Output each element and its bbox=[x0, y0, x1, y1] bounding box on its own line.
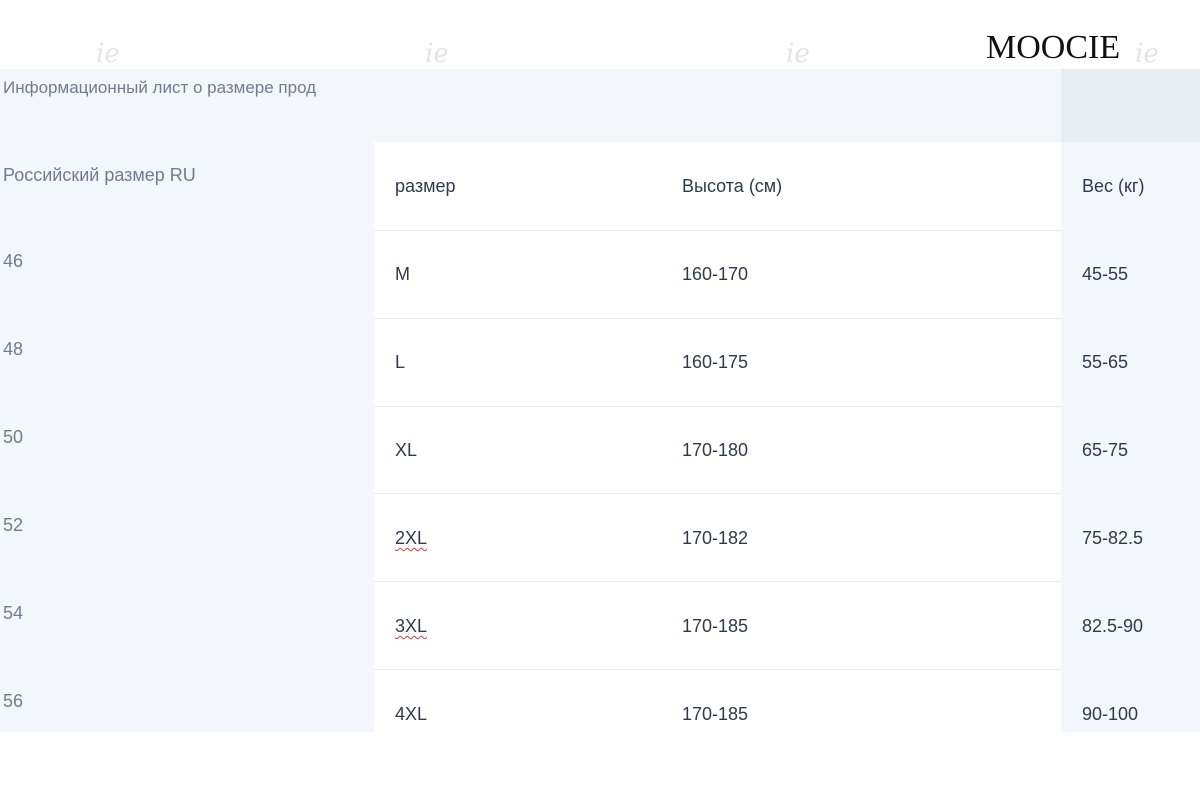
watermark-logo: ie bbox=[786, 39, 810, 69]
cell-ru-size: 52 bbox=[3, 515, 24, 535]
cell-size: XL bbox=[395, 440, 418, 460]
cell-height: 160-170 bbox=[682, 264, 749, 284]
table-row: 48 L 160-175 55-65 bbox=[0, 318, 1200, 406]
title-row-corner bbox=[1061, 69, 1200, 142]
cell-ru-size: 50 bbox=[3, 427, 24, 447]
cell-height: 170-180 bbox=[682, 440, 749, 460]
cell-weight: 55-65 bbox=[1082, 352, 1129, 372]
watermark-logo: ie bbox=[1135, 39, 1159, 69]
cell-size: M bbox=[395, 264, 410, 284]
cell-size: 2XL bbox=[395, 528, 428, 548]
table-row: 46 M 160-170 45-55 bbox=[0, 230, 1200, 318]
watermark-logo: ie bbox=[96, 39, 120, 69]
size-table: Информационный лист о размере прод Росси… bbox=[0, 69, 1200, 732]
header-weight: Вес (кг) bbox=[1082, 176, 1145, 196]
cell-weight: 65-75 bbox=[1082, 440, 1129, 460]
header-ru-size: Российский размер RU bbox=[3, 165, 196, 185]
cell-weight: 90-100 bbox=[1082, 704, 1139, 724]
cell-size: 4XL bbox=[395, 704, 428, 724]
cell-size: 3XL bbox=[395, 616, 428, 636]
brand-logo: MOOCIE bbox=[986, 29, 1121, 66]
table-row: 50 XL 170-180 65-75 bbox=[0, 406, 1200, 494]
watermark-logo: ie bbox=[425, 39, 449, 69]
cell-height: 160-175 bbox=[682, 352, 749, 372]
table-header-row: Российский размер RU размер Высота (см) … bbox=[0, 142, 1200, 230]
cell-size: L bbox=[395, 352, 406, 372]
cell-ru-size: 48 bbox=[3, 339, 24, 359]
cell-weight: 75-82.5 bbox=[1082, 528, 1144, 548]
header-size: размер bbox=[395, 176, 456, 196]
table-row: 52 2XL 170-182 75-82.5 bbox=[0, 494, 1200, 582]
cell-height: 170-185 bbox=[682, 704, 749, 724]
cell-ru-size: 46 bbox=[3, 251, 24, 271]
cell-ru-size: 56 bbox=[3, 691, 24, 711]
table-title: Информационный лист о размере прод bbox=[3, 78, 317, 97]
table-row: 54 3XL 170-185 82.5-90 bbox=[0, 582, 1200, 670]
cell-weight: 82.5-90 bbox=[1082, 616, 1144, 636]
cell-weight: 45-55 bbox=[1082, 264, 1129, 284]
header-height: Высота (см) bbox=[682, 176, 783, 196]
cell-height: 170-182 bbox=[682, 528, 749, 548]
cell-height: 170-185 bbox=[682, 616, 749, 636]
table-row: 56 4XL 170-185 90-100 bbox=[0, 670, 1200, 732]
title-row-background bbox=[374, 69, 1061, 142]
cell-ru-size: 54 bbox=[3, 603, 24, 623]
size-chart-page: ie ie ie ie MOOCIE Информационный лист о… bbox=[0, 0, 1200, 800]
